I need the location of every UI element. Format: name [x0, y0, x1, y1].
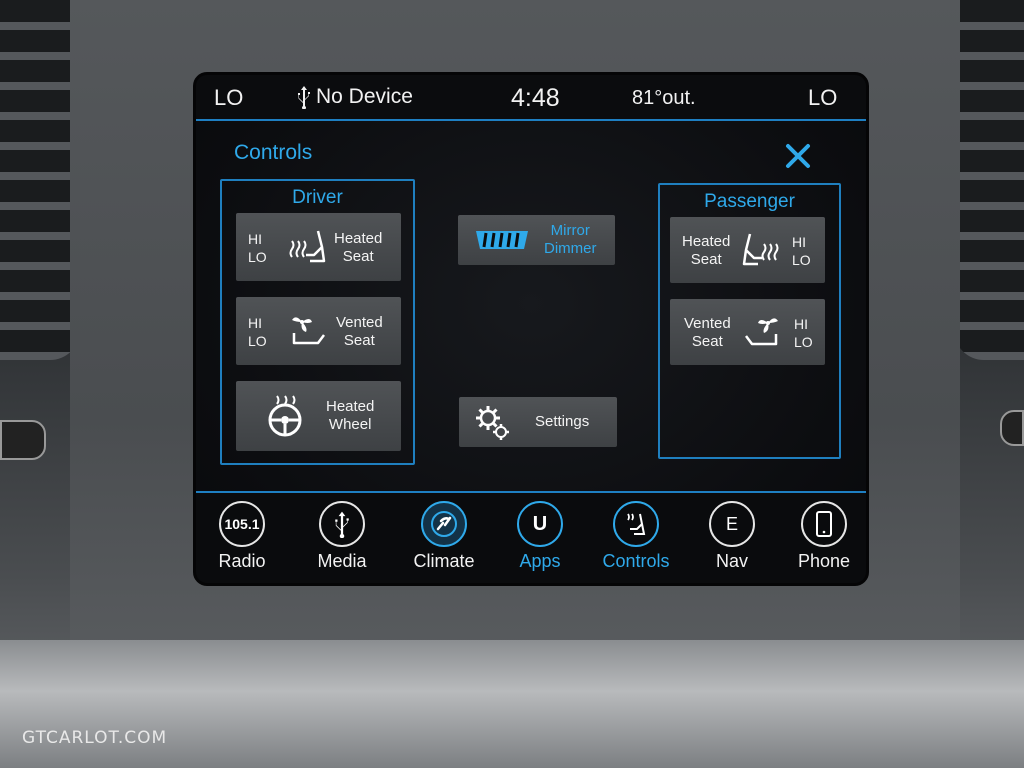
nav-media-label: Media [317, 551, 367, 571]
passenger-vented-seat-lo: LO [794, 334, 813, 350]
driver-heated-seat-label2: Seat [342, 248, 374, 265]
nav-controls[interactable]: Controls [596, 501, 676, 572]
nav-phone[interactable]: Phone [784, 501, 864, 572]
driver-heated-seat-button[interactable]: HI LO Heated Seat [236, 213, 401, 281]
left-air-vent [0, 0, 80, 360]
vented-seat-icon [292, 317, 325, 345]
passenger-heated-seat-label1: Heated [682, 233, 731, 250]
nav-apps[interactable]: U Apps [500, 501, 580, 572]
driver-vented-seat-hi: HI [248, 315, 262, 331]
nav-media[interactable]: Media [302, 501, 382, 572]
mirror-dimmer-icon [476, 231, 528, 249]
mirror-dimmer-label1: Mirror [550, 222, 590, 239]
driver-heated-wheel-button[interactable]: Heated Wheel [236, 381, 401, 451]
heated-seat-icon [289, 230, 326, 263]
passenger-vented-seat-label2: Seat [691, 333, 723, 350]
close-icon[interactable] [783, 141, 813, 171]
driver-vented-seat-lo: LO [248, 333, 267, 349]
radio-icon: 105.1 [219, 501, 265, 547]
driver-heated-wheel-label1: Heated [326, 398, 375, 415]
passenger-vented-seat-hi: HI [794, 316, 808, 332]
right-vent-knob [1000, 410, 1024, 446]
nav-radio[interactable]: 105.1 Radio [202, 501, 282, 572]
nav-navigation-label: Nav [715, 551, 748, 571]
infotainment-screen: LO No Device 4:48 81°out. LO Controls Dr… [193, 72, 869, 586]
passenger-heated-seat-button[interactable]: Heated Seat HI LO [670, 217, 825, 283]
nav-controls-label: Controls [602, 551, 670, 571]
outside-temp: 81°out. [632, 87, 696, 109]
driver-heated-seat-lo: LO [248, 249, 267, 265]
nav-climate-label: Climate [413, 551, 475, 571]
passenger-heated-seat-hi: HI [792, 234, 806, 250]
driver-panel: Driver HI LO Heated Seat HI LO Vented Se… [220, 179, 415, 465]
driver-heated-seat-label1: Heated [334, 230, 383, 247]
device-label: No Device [316, 85, 413, 108]
passenger-temp-setting[interactable]: LO [808, 85, 837, 111]
dashboard-trim [0, 640, 1024, 768]
driver-heated-wheel-label2: Wheel [328, 416, 372, 433]
controls-icon [627, 513, 646, 535]
compass-icon: E [709, 501, 755, 547]
passenger-vented-seat-label1: Vented [684, 315, 731, 332]
clock: 4:48 [511, 84, 560, 112]
right-air-vent [954, 0, 1024, 360]
driver-vented-seat-label1: Vented [336, 314, 383, 331]
mirror-dimmer-button[interactable]: Mirror Dimmer [458, 215, 615, 265]
driver-heated-seat-hi: HI [248, 231, 262, 247]
gear-icon [476, 406, 509, 440]
nav-navigation[interactable]: E Nav [692, 501, 772, 572]
apps-icon: U [517, 501, 563, 547]
driver-vented-seat-button[interactable]: HI LO Vented Seat [236, 297, 401, 365]
climate-icon [431, 511, 457, 537]
usb-icon [335, 511, 349, 538]
bottom-nav-bar: 105.1 Radio Media Climate U Apps Control… [196, 491, 866, 583]
nav-phone-label: Phone [797, 551, 851, 571]
passenger-panel: Passenger Heated Seat HI LO Vented Seat [658, 183, 841, 459]
settings-label: Settings [535, 413, 590, 430]
usb-icon [298, 86, 310, 109]
nav-radio-label: Radio [218, 551, 266, 571]
phone-icon [816, 511, 832, 537]
driver-temp-setting[interactable]: LO [214, 85, 243, 111]
passenger-title: Passenger [704, 191, 795, 212]
driver-title: Driver [292, 187, 343, 208]
page-title: Controls [234, 141, 313, 164]
settings-button[interactable]: Settings [459, 397, 617, 447]
device-status: No Device [296, 85, 413, 109]
vented-seat-icon [745, 318, 778, 346]
driver-vented-seat-label2: Seat [343, 332, 375, 349]
mirror-dimmer-label2: Dimmer [544, 240, 597, 257]
nav-apps-label: Apps [519, 551, 561, 571]
passenger-vented-seat-button[interactable]: Vented Seat HI LO [670, 299, 825, 365]
passenger-heated-seat-lo: LO [792, 252, 811, 268]
passenger-heated-seat-label2: Seat [690, 251, 722, 268]
heated-wheel-icon [268, 395, 302, 437]
left-vent-knob [0, 420, 46, 460]
watermark: GTCARLOT.COM [22, 728, 168, 748]
heated-seat-icon [742, 233, 779, 266]
status-bar: LO No Device 4:48 81°out. LO [196, 75, 866, 121]
nav-climate[interactable]: Climate [404, 501, 484, 572]
